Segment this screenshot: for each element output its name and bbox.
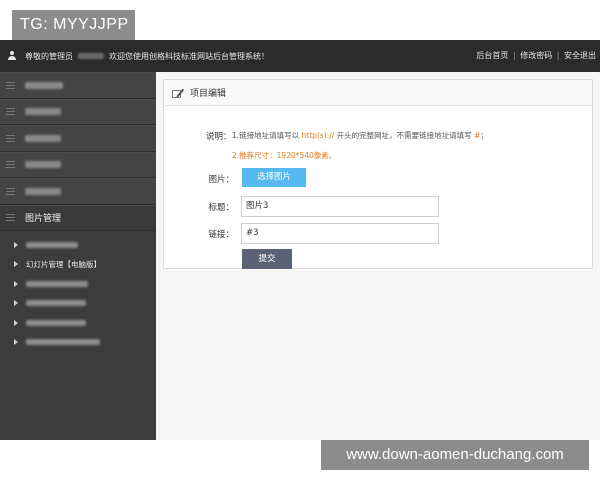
main-content: 项目编辑 说明： 1.链接地址请填写以 http(s):// 开头的完整网址，不… <box>156 72 600 440</box>
menu-icon <box>6 81 15 89</box>
link-admin-home[interactable]: 后台首页 <box>476 51 508 60</box>
submenu-label-redacted <box>26 319 86 326</box>
submenu-item-3[interactable] <box>0 274 156 294</box>
submenu-item-slideshow-desktop[interactable]: 幻灯片管理【电脑版】 <box>0 255 156 275</box>
submenu-item-5[interactable] <box>0 313 156 333</box>
note1-prefix: 1.链接地址请填写以 <box>232 131 302 140</box>
link-input[interactable]: #3 <box>241 223 439 244</box>
submenu-label-redacted <box>26 339 100 346</box>
admin-username-redacted <box>78 53 104 59</box>
sidebar-item-2[interactable] <box>0 98 156 125</box>
menu-icon <box>6 134 15 142</box>
caret-right-icon <box>14 300 18 307</box>
title-input[interactable]: 图片3 <box>241 196 439 217</box>
caret-right-icon <box>14 261 18 268</box>
sidebar: 图片管理 幻灯片管理【电脑版】 <box>0 72 156 440</box>
sidebar-item-5[interactable] <box>0 178 156 205</box>
menu-icon <box>6 187 15 195</box>
sidebar-item-label-redacted <box>25 81 63 89</box>
panel-title: 项目编辑 <box>190 89 227 99</box>
note-label: 说明： <box>206 132 232 142</box>
caret-right-icon <box>14 280 18 287</box>
submenu-label: 幻灯片管理【电脑版】 <box>26 259 101 269</box>
caret-right-icon <box>14 241 18 248</box>
note1-suffix: ； <box>480 131 488 140</box>
watermark-tag: TG: MYYJJPP <box>12 10 135 40</box>
link-separator: | <box>556 51 560 60</box>
menu-icon <box>6 108 15 116</box>
submenu-item-4[interactable] <box>0 294 156 314</box>
submenu-label-redacted <box>26 300 86 307</box>
note1-protocol: http(s):// <box>301 131 335 140</box>
sidebar-item-1[interactable] <box>0 72 156 99</box>
sidebar-item-label-redacted <box>25 108 61 116</box>
edit-panel: 项目编辑 说明： 1.链接地址请填写以 http(s):// 开头的完整网址，不… <box>163 79 593 269</box>
sidebar-item-4[interactable] <box>0 151 156 178</box>
submenu-label-redacted <box>26 280 88 287</box>
title-label: 标题： <box>208 203 234 213</box>
note-line-1: 1.链接地址请填写以 http(s):// 开头的完整网址，不需要链接地址请填写… <box>232 130 488 141</box>
caret-right-icon <box>14 319 18 326</box>
user-icon <box>7 51 17 61</box>
edit-icon <box>172 87 185 99</box>
submit-button[interactable]: 提交 <box>242 249 292 269</box>
image-label: 图片： <box>208 175 234 185</box>
link-logout[interactable]: 安全退出 <box>564 51 596 60</box>
welcome-text: 欢迎您使用创格科技标准网站后台管理系统！ <box>109 51 269 61</box>
sidebar-item-label-redacted <box>25 187 61 195</box>
admin-greeting: 尊敬的管理员 <box>25 51 73 61</box>
site-watermark: www.down-aomen-duchang.com <box>321 440 589 470</box>
submenu-item-1[interactable] <box>0 235 156 255</box>
sidebar-item-label-redacted <box>25 161 61 169</box>
sidebar-item-label-redacted <box>25 134 61 142</box>
sidebar-item-3[interactable] <box>0 125 156 152</box>
sidebar-submenu: 幻灯片管理【电脑版】 <box>0 231 156 352</box>
menu-icon <box>6 161 15 169</box>
caret-right-icon <box>14 339 18 346</box>
sidebar-item-image-management[interactable]: 图片管理 <box>0 204 156 231</box>
note1-middle: 开头的完整网址，不需要链接地址请填写 <box>334 131 475 140</box>
link-separator: | <box>512 51 516 60</box>
panel-header: 项目编辑 <box>164 80 592 106</box>
submenu-item-6[interactable] <box>0 333 156 353</box>
choose-image-button[interactable]: 选择图片 <box>242 168 306 187</box>
sidebar-item-label: 图片管理 <box>25 214 62 225</box>
top-links: 后台首页 | 修改密码 | 安全退出 <box>476 40 596 72</box>
submenu-label-redacted <box>26 241 78 248</box>
menu-icon <box>6 214 15 222</box>
top-bar: 尊敬的管理员 欢迎您使用创格科技标准网站后台管理系统！ 后台首页 | 修改密码 … <box>0 40 600 72</box>
link-change-password[interactable]: 修改密码 <box>520 51 552 60</box>
link-label: 链接： <box>208 230 234 240</box>
note-line-2: 2.推荐尺寸：1920*540像素。 <box>232 151 337 160</box>
